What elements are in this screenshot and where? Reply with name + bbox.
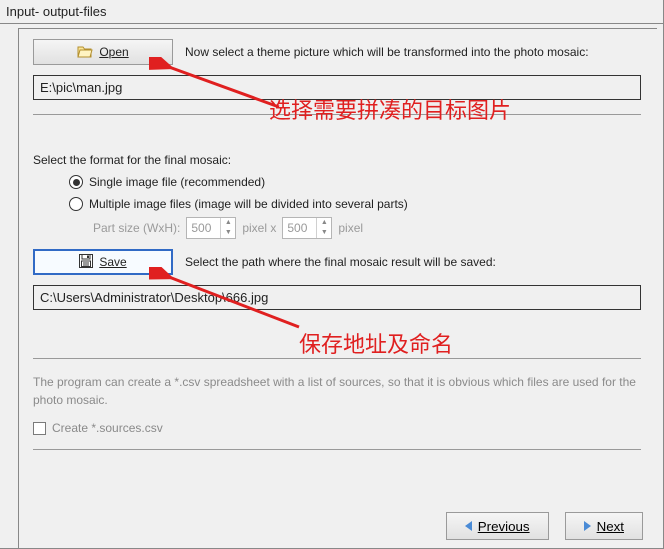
- part-height-value: 500: [283, 218, 317, 238]
- output-path-field[interactable]: C:\Users\Administrator\Desktop\666.jpg: [33, 285, 641, 310]
- arrow-left-icon: [465, 521, 472, 531]
- part-height-spinner[interactable]: 500 ▲▼: [282, 217, 332, 239]
- csv-description: The program can create a *.csv spreadshe…: [33, 373, 641, 409]
- window-title: Input- output-files: [6, 4, 106, 19]
- window-header: Input- output-files: [0, 0, 663, 24]
- pixel-label: pixel: [338, 221, 363, 235]
- part-width-spinner[interactable]: 500 ▲▼: [186, 217, 236, 239]
- save-button-label: Save: [99, 255, 126, 269]
- radio-multiple[interactable]: Multiple image files (image will be divi…: [33, 197, 643, 211]
- previous-button[interactable]: Previous: [446, 512, 549, 540]
- floppy-disk-icon: [79, 254, 93, 271]
- annotation-output: 保存地址及命名: [299, 327, 453, 359]
- arrow-right-icon: [584, 521, 591, 531]
- format-label: Select the format for the final mosaic:: [33, 153, 643, 167]
- radio-multiple-label: Multiple image files (image will be divi…: [89, 197, 408, 211]
- save-row: Save Select the path where the final mos…: [33, 249, 643, 275]
- open-button[interactable]: Open: [33, 39, 173, 65]
- part-size-label: Part size (WxH):: [93, 221, 180, 235]
- wizard-nav: Previous Next: [446, 512, 643, 540]
- divider-2: [33, 358, 641, 359]
- pixel-x-label: pixel x: [242, 221, 276, 235]
- spinner-arrows-icon: ▲▼: [317, 218, 331, 238]
- radio-icon-unselected: [69, 197, 83, 211]
- save-button[interactable]: Save: [33, 249, 173, 275]
- open-button-label: Open: [99, 45, 128, 59]
- divider-3: [33, 449, 641, 450]
- csv-checkbox-label: Create *.sources.csv: [52, 421, 163, 435]
- csv-checkbox-row[interactable]: Create *.sources.csv: [33, 421, 643, 435]
- previous-label: Previous: [478, 519, 530, 534]
- save-instruction: Select the path where the final mosaic r…: [185, 255, 496, 269]
- main-panel: Open Now select a theme picture which wi…: [18, 28, 657, 548]
- open-row: Open Now select a theme picture which wi…: [33, 39, 643, 65]
- next-button[interactable]: Next: [565, 512, 643, 540]
- radio-single-label: Single image file (recommended): [89, 175, 265, 189]
- radio-single[interactable]: Single image file (recommended): [33, 175, 643, 189]
- input-path-field[interactable]: E:\pic\man.jpg: [33, 75, 641, 100]
- folder-open-icon: [77, 44, 93, 61]
- spinner-arrows-icon: ▲▼: [221, 218, 235, 238]
- radio-icon-selected: [69, 175, 83, 189]
- checkbox-icon: [33, 422, 46, 435]
- divider-1: [33, 114, 641, 115]
- part-width-value: 500: [187, 218, 221, 238]
- part-size-row: Part size (WxH): 500 ▲▼ pixel x 500 ▲▼ p…: [33, 217, 643, 239]
- next-label: Next: [597, 519, 624, 534]
- open-instruction: Now select a theme picture which will be…: [185, 45, 589, 59]
